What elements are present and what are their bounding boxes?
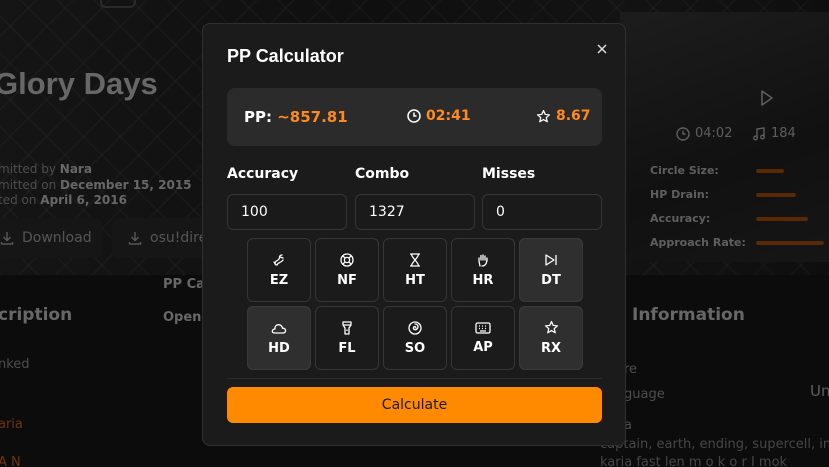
keyboard-icon	[475, 321, 491, 334]
mod-so-label: SO	[404, 340, 426, 356]
close-icon	[597, 44, 607, 54]
flashlight-icon	[342, 320, 352, 335]
divider	[227, 378, 602, 379]
skip-forward-icon	[545, 253, 557, 266]
calculate-button[interactable]: Calculate	[227, 387, 602, 423]
combo-input[interactable]	[355, 194, 475, 230]
clock-icon	[407, 109, 421, 123]
easy-icon	[273, 253, 284, 266]
star-rating: 8.67	[536, 108, 591, 124]
drain-time: 02:41	[407, 108, 471, 124]
mod-ez-label: EZ	[269, 272, 289, 288]
mod-hd-label: HD	[268, 340, 290, 356]
pp-result: PP: ~857.81	[244, 108, 348, 126]
mod-ht-label: HT	[405, 272, 425, 288]
mod-hr-button[interactable]: HR	[451, 238, 515, 302]
mod-rx-label: RX	[540, 341, 562, 356]
mod-fl-label: FL	[338, 340, 356, 356]
hourglass-icon	[410, 252, 420, 267]
lifebuoy-icon	[340, 252, 354, 267]
hand-rock-icon	[478, 253, 488, 267]
accuracy-label: Accuracy	[227, 166, 299, 182]
accuracy-input[interactable]	[227, 194, 347, 230]
mod-so-button[interactable]: SO	[383, 306, 447, 370]
mod-dt-label: DT	[541, 272, 561, 288]
mod-nf-label: NF	[337, 272, 357, 288]
mod-fl-button[interactable]: FL	[315, 306, 379, 370]
combo-label: Combo	[355, 166, 410, 182]
misses-input[interactable]	[482, 194, 602, 230]
star-rating-value: 8.67	[556, 108, 591, 124]
cloud-icon	[271, 323, 287, 334]
drain-time-value: 02:41	[426, 108, 471, 124]
mod-ap-label: AP	[473, 339, 493, 355]
mod-ht-button[interactable]: HT	[383, 238, 447, 302]
mod-nf-button[interactable]: NF	[315, 238, 379, 302]
mod-ap-button[interactable]: AP	[451, 306, 515, 370]
mod-hr-label: HR	[472, 272, 494, 288]
star-icon	[544, 320, 558, 334]
mod-dt-button[interactable]: DT	[519, 238, 583, 302]
modal-title: PP Calculator	[227, 46, 344, 66]
spin-icon	[408, 320, 422, 335]
pp-result-panel: PP: ~857.81 02:41 8.67	[227, 88, 602, 146]
mod-hd-button[interactable]: HD	[247, 306, 311, 370]
close-button[interactable]	[593, 40, 611, 58]
pp-label: PP:	[244, 108, 272, 126]
pp-calculator-modal: PP Calculator PP: ~857.81 02:41 8.67 Acc…	[202, 23, 626, 446]
star-icon	[536, 109, 551, 122]
misses-label: Misses	[482, 166, 536, 182]
mod-rx-button[interactable]: RX	[519, 306, 583, 370]
pp-value: ~857.81	[277, 108, 348, 126]
mod-ez-button[interactable]: EZ	[247, 238, 311, 302]
